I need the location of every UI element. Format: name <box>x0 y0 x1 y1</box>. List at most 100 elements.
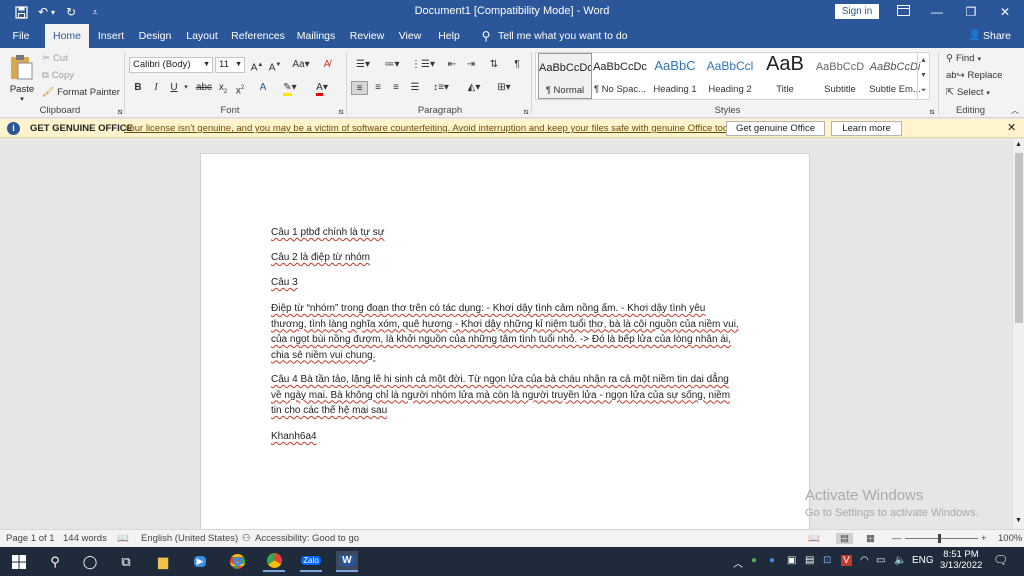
paragraph-2[interactable]: Câu 2 là điệp từ nhóm <box>271 250 741 266</box>
tab-review[interactable]: Review <box>346 24 388 48</box>
find-button[interactable]: ⚲ Find ▾ <box>946 53 981 64</box>
tab-file[interactable]: File <box>6 24 36 48</box>
infobar-message-link[interactable]: Your license isn't genuine, and you may … <box>124 123 740 134</box>
tab-design[interactable]: Design <box>136 24 174 48</box>
tab-home[interactable]: Home <box>45 24 89 48</box>
accessibility-status[interactable]: Accessibility: Good to go <box>255 533 359 544</box>
close-icon[interactable]: ✕ <box>990 2 1020 22</box>
font-color-icon[interactable]: A▾ <box>310 81 334 96</box>
italic-icon[interactable]: I <box>149 81 163 95</box>
chevron-down-icon[interactable]: ▾ <box>182 81 190 95</box>
get-genuine-office-button[interactable]: Get genuine Office <box>726 121 825 136</box>
tray-app-icon[interactable]: V <box>841 555 852 566</box>
file-explorer-icon[interactable]: ▆ <box>152 551 174 572</box>
paragraph-5[interactable]: Câu 4 Bà tần tảo, lặng lẽ hi sinh cả một… <box>271 372 741 419</box>
style-title[interactable]: AaB Title <box>758 53 812 99</box>
numbering-icon[interactable]: ≔▾ <box>382 58 402 72</box>
style-normal[interactable]: AaBbCcDc ¶ Normal <box>538 53 592 99</box>
tell-me-search[interactable]: Tell me what you want to do <box>498 24 638 48</box>
notifications-icon[interactable]: 🗨 <box>993 553 1008 567</box>
paragraph-3[interactable]: Câu 3 <box>271 275 741 291</box>
minimize-icon[interactable]: — <box>922 2 952 22</box>
tab-view[interactable]: View <box>395 24 425 48</box>
vertical-scrollbar[interactable]: ▲ ▼ <box>1012 139 1024 529</box>
format-painter-button[interactable]: 🖌 Format Painter <box>42 87 120 98</box>
tab-references[interactable]: References <box>230 24 286 48</box>
superscript-icon[interactable]: x2 <box>233 81 247 96</box>
text-effects-icon[interactable]: A <box>256 81 270 95</box>
styles-scroll[interactable]: ▲ ▼ ⏷ <box>917 53 929 99</box>
web-layout-icon[interactable]: ▦ <box>866 533 875 544</box>
borders-icon[interactable]: ⊞▾ <box>493 81 515 95</box>
justify-icon[interactable]: ☰ <box>408 81 422 95</box>
paste-button[interactable]: Paste ▾ <box>8 53 36 103</box>
sign-in-button[interactable]: Sign in <box>835 4 879 19</box>
task-view-icon[interactable]: ⧉ <box>115 551 137 572</box>
chrome-icon[interactable] <box>226 551 248 572</box>
style-subtitle[interactable]: AaBbCcD Subtitle <box>813 53 867 99</box>
sort-icon[interactable]: ⇅ <box>487 58 501 72</box>
word-icon[interactable]: W <box>336 551 358 572</box>
scroll-up-icon[interactable]: ▲ <box>1015 141 1022 148</box>
cortana-icon[interactable]: ◯ <box>79 551 101 572</box>
chrome-profile-icon[interactable] <box>263 551 285 572</box>
increase-indent-icon[interactable]: ⇥ <box>464 58 478 72</box>
line-spacing-icon[interactable]: ↕≡▾ <box>430 81 452 95</box>
style-heading-2[interactable]: AaBbCcl Heading 2 <box>703 53 757 99</box>
strikethrough-icon[interactable]: abc <box>195 81 213 95</box>
read-mode-icon[interactable]: 📖 <box>808 533 820 544</box>
align-center-icon[interactable]: ≡ <box>371 81 385 95</box>
decrease-indent-icon[interactable]: ⇤ <box>445 58 459 72</box>
tab-layout[interactable]: Layout <box>183 24 221 48</box>
highlight-icon[interactable]: ✎▾ <box>280 81 300 96</box>
paragraph-6[interactable]: Khanh6a4 <box>271 429 741 445</box>
battery-icon[interactable]: ▭ <box>876 555 885 566</box>
select-button[interactable]: ⇱ Select ▾ <box>946 87 990 98</box>
zoom-in-icon[interactable]: + <box>981 533 987 544</box>
style-subtle-emphasis[interactable]: AaBbCcDi Subtle Em... <box>868 53 922 99</box>
document-page[interactable]: Câu 1 ptbđ chính là tự sự Câu 2 là điệp … <box>200 153 810 533</box>
collapse-ribbon-icon[interactable]: ︿ <box>1008 104 1022 118</box>
search-icon[interactable]: ⚲ <box>44 551 66 572</box>
maximize-icon[interactable]: ❐ <box>956 2 986 22</box>
font-size-select[interactable]: 11 ▼ <box>215 57 245 73</box>
word-count[interactable]: 144 words <box>63 533 107 544</box>
scroll-thumb[interactable] <box>1015 153 1023 323</box>
video-app-icon[interactable]: ▶ <box>189 551 211 572</box>
style-no-spacing[interactable]: AaBbCcDc ¶ No Spac... <box>593 53 647 99</box>
share-button[interactable]: Share <box>982 24 1012 48</box>
print-layout-icon[interactable]: ▤ <box>836 533 853 544</box>
wifi-icon[interactable]: ◠ <box>860 555 869 566</box>
style-heading-1[interactable]: AaBbC Heading 1 <box>648 53 702 99</box>
show-formatting-icon[interactable]: ¶ <box>510 58 524 72</box>
volume-icon[interactable]: 🔈 <box>894 555 906 566</box>
page-count[interactable]: Page 1 of 1 <box>6 533 55 544</box>
zalo-icon[interactable]: Zalo <box>300 551 322 572</box>
tray-app-icon[interactable]: ▤ <box>805 555 814 566</box>
paragraph-4[interactable]: Điệp từ “nhóm” trong đoạn thơ trên có tá… <box>271 301 741 363</box>
tab-mailings[interactable]: Mailings <box>294 24 338 48</box>
clock[interactable]: 8:51 PM 3/13/2022 <box>940 549 982 571</box>
tray-app-icon[interactable]: ● <box>769 555 775 566</box>
close-icon[interactable]: ✕ <box>1007 121 1016 134</box>
zoom-out-icon[interactable]: — <box>892 533 902 544</box>
subscript-icon[interactable]: x2 <box>216 81 230 95</box>
language-indicator[interactable]: English (United States) <box>141 533 238 544</box>
windows-start-icon[interactable] <box>8 551 30 572</box>
align-right-icon[interactable]: ≡ <box>389 81 403 95</box>
tray-app-icon[interactable]: ● <box>751 555 757 566</box>
scroll-down-icon[interactable]: ▼ <box>1015 517 1022 524</box>
input-language[interactable]: ENG <box>912 555 934 566</box>
learn-more-button[interactable]: Learn more <box>831 121 902 136</box>
ribbon-display-options-icon[interactable] <box>888 2 918 22</box>
font-name-select[interactable]: Calibri (Body) ▼ <box>129 57 213 73</box>
grow-font-icon[interactable]: A▲ <box>250 58 264 73</box>
zoom-slider[interactable] <box>905 538 978 539</box>
styles-launcher-icon[interactable]: ⧅ <box>925 105 939 119</box>
cut-button[interactable]: ✂ Cut <box>42 53 68 64</box>
zoom-level[interactable]: 100% <box>998 533 1022 544</box>
tray-app-icon[interactable]: ⊡ <box>823 555 831 566</box>
tray-app-icon[interactable]: ▣ <box>787 555 796 566</box>
change-case-icon[interactable]: Aa▾ <box>290 58 312 72</box>
zoom-slider-thumb[interactable] <box>938 534 941 543</box>
